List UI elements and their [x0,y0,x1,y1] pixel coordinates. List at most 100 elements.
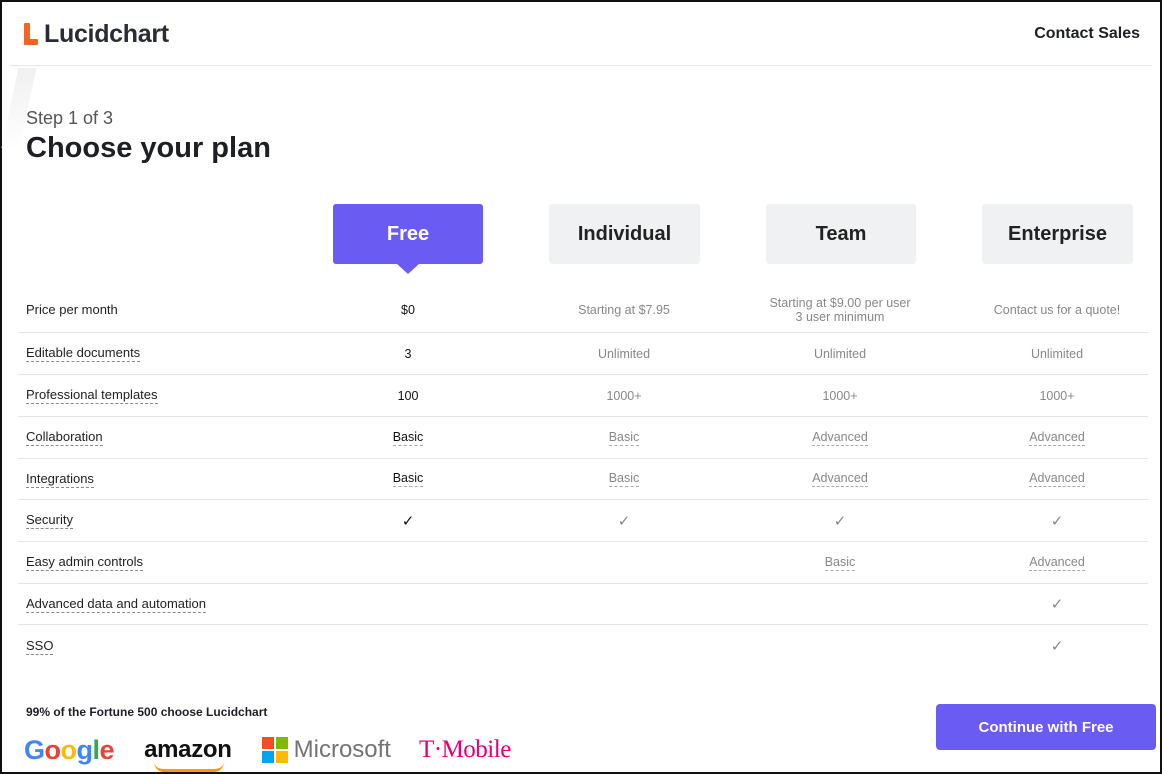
cell-individual [534,625,714,667]
cell-free: 100 [318,375,498,416]
cell-free [318,584,498,624]
cell-enterprise: ✓ [967,500,1147,541]
feature-label-cell: Security [26,500,73,541]
google-logo: Google [24,734,115,765]
cell-enterprise: Unlimited [967,333,1147,374]
plan-tab-team[interactable]: Team [766,204,916,264]
feature-label: Price per month [26,301,118,317]
cell-team: Unlimited [750,333,930,374]
cell-value: 1000+ [1039,388,1075,403]
cell-value: Unlimited [813,346,867,361]
plan-tab-individual[interactable]: Individual [549,204,700,264]
feature-label-cell: Easy admin controls [26,542,144,583]
amazon-logo-text: amazon [144,736,232,763]
feature-row-editable-documents: Editable documents 3 Unlimited Unlimited Unl… [18,333,1148,375]
cell-free: $0 [318,287,498,332]
tmobile-logo: T·Mobile [418,736,511,763]
feature-label[interactable]: Security [26,512,73,529]
feature-label-cell: Integrations [26,459,94,499]
cell-enterprise: Contact us for a quote! [967,287,1147,332]
cell-value: $0 [401,302,415,317]
cell-individual: Basic [534,459,714,499]
cell-value: Basic [608,429,640,446]
cell-free: Basic [318,459,498,499]
cell-enterprise: ✓ [967,584,1147,624]
cell-free [318,542,498,583]
cell-value: Advanced [1029,554,1085,571]
cell-team: ✓ [750,500,930,541]
lucidchart-logo[interactable]: Lucidchart [24,20,169,49]
cell-free: ✓ [318,500,498,541]
cell-value: Advanced [812,429,868,446]
plan-tab-free[interactable]: Free [333,204,483,274]
feature-label[interactable]: Editable documents [26,345,141,362]
cell-value: Basic [608,471,640,487]
cell-enterprise: Advanced [967,459,1147,499]
feature-label[interactable]: Advanced data and automation [26,596,206,613]
brand-name: Lucidchart [44,20,169,48]
check-icon: ✓ [833,512,847,530]
cell-enterprise: Advanced [967,417,1147,458]
check-icon: ✓ [1050,638,1064,655]
cell-value: Contact us for a quote! [993,302,1121,317]
check-icon: ✓ [401,512,415,530]
feature-row-sso: SSO ✓ [18,625,1148,667]
cell-value: Starting at $7.95 [578,302,670,317]
feature-label-cell: SSO [26,625,54,667]
cell-enterprise: 1000+ [967,375,1147,416]
cell-value: Starting at $9.00 per user [769,295,911,310]
cell-value: 1000+ [822,388,858,403]
feature-row-professional-templates: Professional templates 100 1000+ 1000+ 1000+ [18,375,1148,417]
amazon-smile-icon [154,762,225,772]
feature-row-security: Security ✓ ✓ ✓ ✓ [18,500,1148,542]
cell-team: Advanced [750,417,930,458]
cell-subvalue: 3 user minimum [795,309,885,324]
check-icon: ✓ [1050,596,1064,613]
cell-value: 100 [397,388,419,403]
cell-team [750,625,930,667]
feature-label[interactable]: Easy admin controls [26,554,144,571]
feature-label[interactable]: Professional templates [26,387,158,404]
feature-label-cell: Professional templates [26,375,158,416]
plan-tab-enterprise[interactable]: Enterprise [982,204,1133,264]
cell-individual: Starting at $7.95 [534,287,714,332]
feature-row-easy-admin-controls: Easy admin controls Basic Advanced [18,542,1148,584]
continue-with-free-button[interactable]: Continue with Free [936,704,1156,750]
customer-logos: Google amazon Microsoft T·Mobile [24,730,511,772]
microsoft-logo-text: Microsoft [293,736,391,763]
step-indicator: Step 1 of 3 [26,108,114,128]
contact-sales-link[interactable]: Contact Sales [1034,25,1140,43]
feature-label[interactable]: Integrations [26,471,94,488]
feature-label[interactable]: SSO [26,638,54,655]
cell-free: Basic [318,417,498,458]
cell-individual: Unlimited [534,333,714,374]
feature-label-cell: Price per month [26,287,118,332]
feature-row-advanced-data-and-automation: Advanced data and automation ✓ [18,584,1148,625]
cell-team: Basic [750,542,930,583]
check-icon: ✓ [617,512,631,530]
top-header: Lucidchart Contact Sales [10,2,1152,66]
cell-value: Unlimited [597,346,651,361]
cell-free [318,625,498,667]
cell-individual [534,584,714,624]
feature-label[interactable]: Collaboration [26,429,103,446]
cell-value: 3 [404,346,412,361]
feature-label-cell: Advanced data and automation [26,584,206,624]
cell-individual: 1000+ [534,375,714,416]
cell-individual: ✓ [534,500,714,541]
check-icon: ✓ [1050,512,1064,530]
microsoft-grid-icon [261,737,288,763]
feature-label-cell: Editable documents [26,333,141,374]
cell-value: Advanced [1029,429,1085,446]
cell-individual [534,542,714,583]
cell-free: 3 [318,333,498,374]
feature-row-integrations: Integrations Basic Basic Advanced Advanced [18,459,1148,500]
cell-individual: Basic [534,417,714,458]
feature-row-price-per-month: Price per month $0 Starting at $7.95 Starti… [18,287,1148,333]
cell-value: Basic [392,471,424,487]
lucidchart-logo-icon [24,22,40,47]
cell-value: Advanced [1029,471,1085,487]
cell-team: 1000+ [750,375,930,416]
cell-value: Advanced [812,471,868,487]
page-title: Choose your plan [26,132,271,164]
